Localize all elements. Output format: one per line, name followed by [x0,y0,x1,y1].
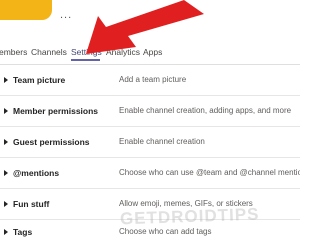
expand-chevron-icon[interactable] [4,139,8,145]
tab-bar: embers Channels Settings Analytics Apps [0,46,300,66]
row-title: Member permissions [13,106,99,116]
team-settings-page: ... embers Channels Settings Analytics A… [0,0,300,241]
team-avatar[interactable] [0,0,52,20]
settings-row-mentions[interactable]: @mentions Choose who can use @team and @… [0,158,300,189]
tab-members[interactable]: embers [0,47,27,57]
row-title: @mentions [13,168,60,178]
row-title: Guest permissions [13,137,90,147]
row-description: Choose who can use @team and @channel me… [119,168,300,177]
row-title: Tags [13,227,33,237]
active-tab-indicator [71,59,100,61]
expand-chevron-icon[interactable] [4,229,8,235]
settings-row-guest-permissions[interactable]: Guest permissions Enable channel creatio… [0,127,300,158]
settings-row-member-permissions[interactable]: Member permissions Enable channel creati… [0,96,300,127]
tab-settings[interactable]: Settings [71,47,102,57]
team-header: ... [0,0,300,42]
row-description: Enable channel creation [119,137,205,146]
row-title: Team picture [13,75,66,85]
expand-chevron-icon[interactable] [4,170,8,176]
row-description: Add a team picture [119,75,187,84]
expand-chevron-icon[interactable] [4,77,8,83]
tab-analytics[interactable]: Analytics [106,47,140,57]
settings-row-team-picture[interactable]: Team picture Add a team picture [0,65,300,96]
tab-channels[interactable]: Channels [31,47,67,57]
row-title: Fun stuff [13,199,50,209]
tab-apps[interactable]: Apps [143,47,162,57]
row-description: Enable channel creation, adding apps, an… [119,106,292,115]
more-options-icon[interactable]: ... [60,10,72,21]
expand-chevron-icon[interactable] [4,201,8,207]
expand-chevron-icon[interactable] [4,108,8,114]
